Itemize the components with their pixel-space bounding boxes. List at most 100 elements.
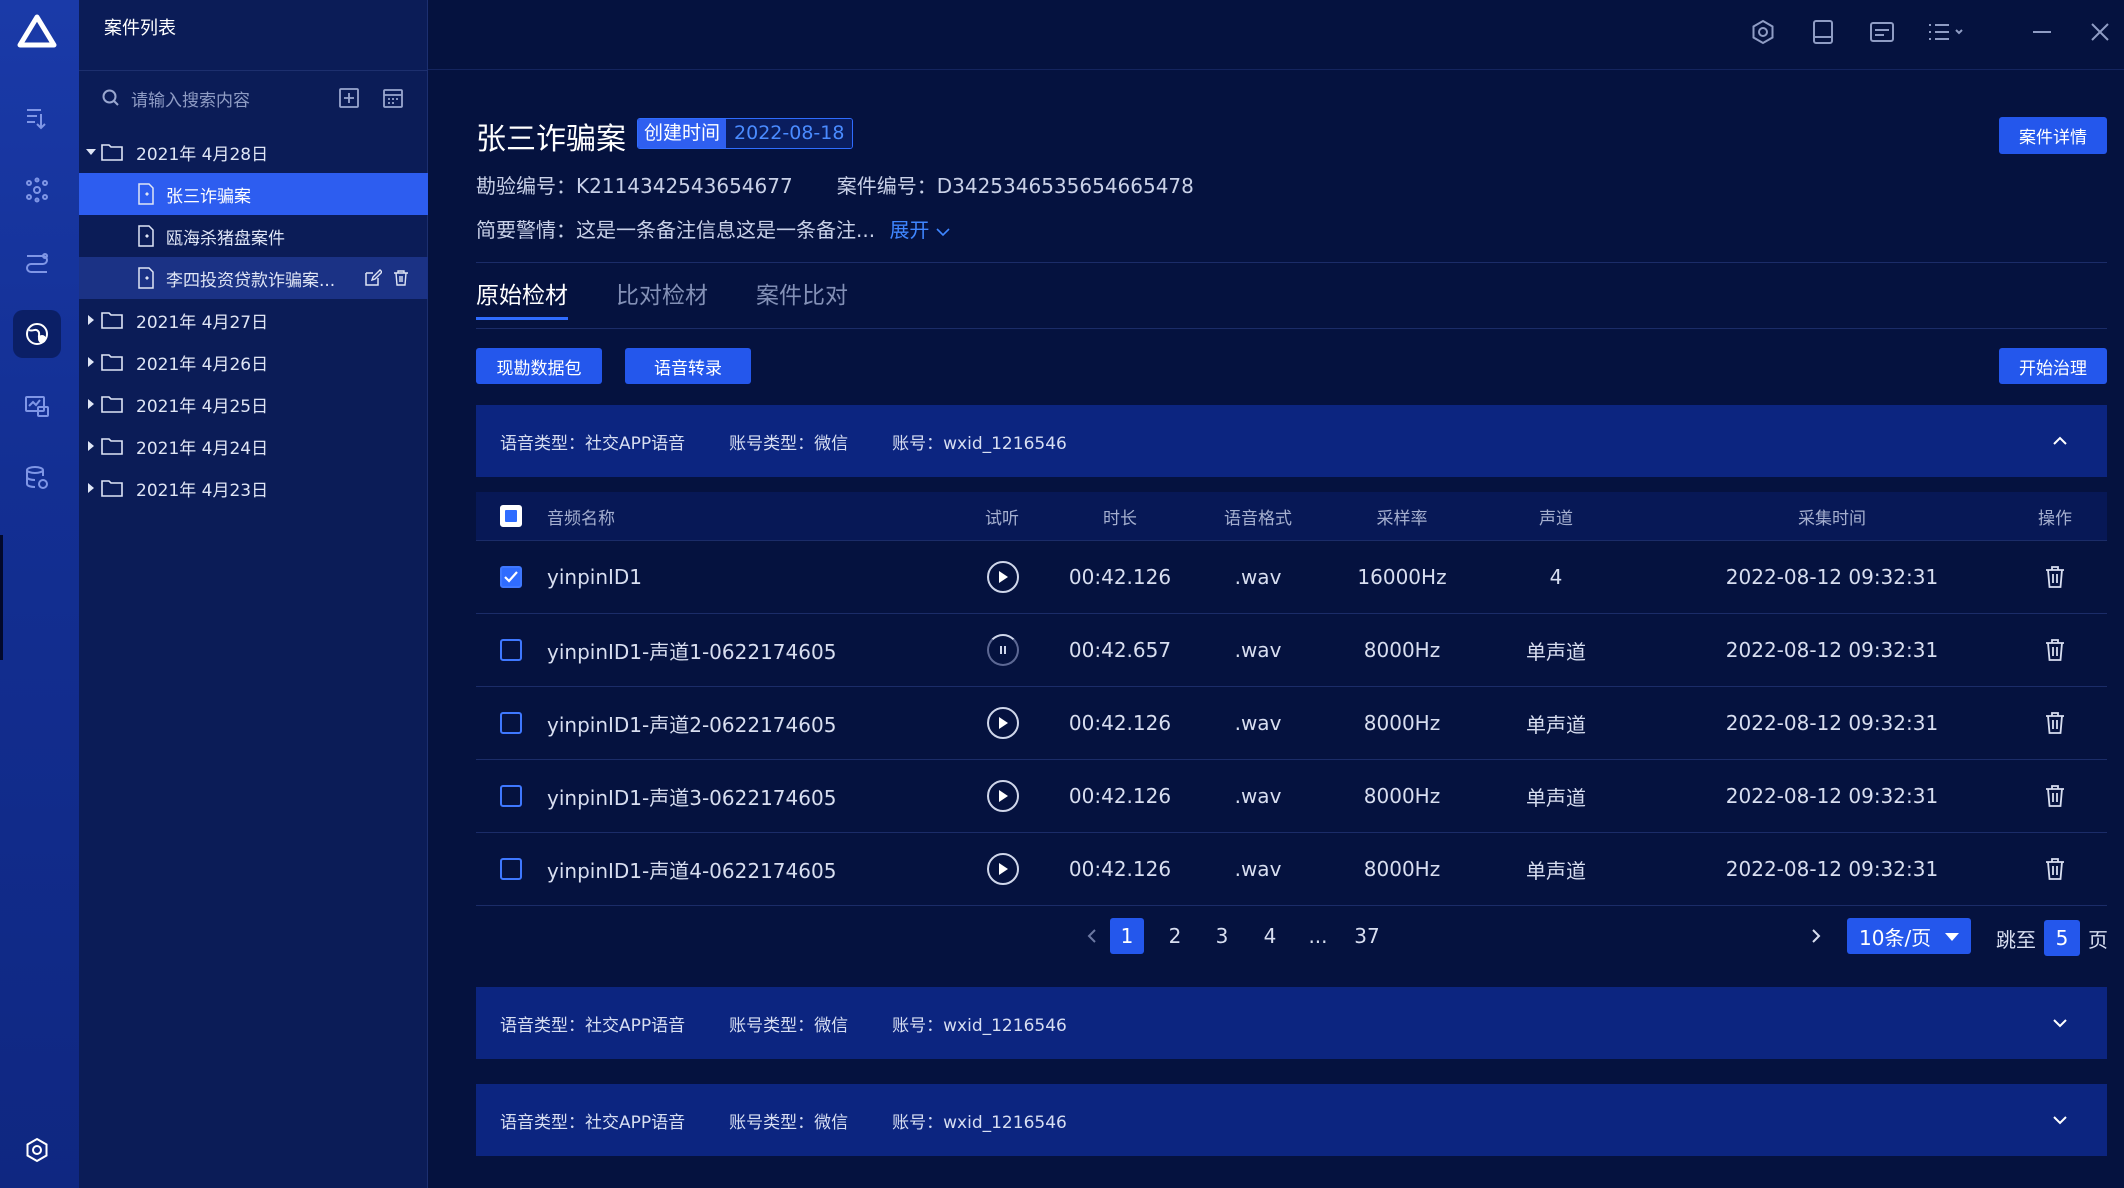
page-number[interactable]: 37 [1350, 918, 1384, 954]
listen-cell [984, 760, 1022, 832]
tree-folder-row[interactable]: 2021年 4月24日 [79, 425, 428, 467]
edit-icon[interactable] [364, 269, 382, 287]
trash-icon[interactable] [2044, 711, 2066, 735]
settings-icon[interactable] [13, 1126, 61, 1174]
subtitle-icon[interactable] [1868, 18, 1896, 46]
page-number[interactable]: 3 [1205, 918, 1239, 954]
flow-icon[interactable] [13, 238, 61, 286]
database-icon[interactable] [13, 454, 61, 502]
table-row: yinpinID1-声道1-0622174605 00:42.657 .wav 800… [476, 614, 2107, 687]
group-header-collapsed[interactable]: 语音类型：社交APP语音 账号类型：微信 账号：wxid_1216546 [476, 1084, 2107, 1156]
close-icon[interactable] [2086, 18, 2114, 46]
tree-folder-row[interactable]: 2021年 4月26日 [79, 341, 428, 383]
tab-case-compare[interactable]: 案件比对 [756, 270, 848, 320]
main-content: 张三诈骗案 创建时间 2022-08-18 案件详情 勘验编号：K2114342… [428, 70, 2124, 1188]
icon-rail [0, 0, 79, 1188]
window-topbar [428, 0, 2124, 70]
chevron-down-icon [936, 228, 950, 237]
search-input[interactable]: 请输入搜索内容 [101, 84, 301, 112]
format: .wav [1234, 711, 1282, 735]
table-body: yinpinID1 00:42.126 .wav 16000Hz 4 2022-08-12… [476, 541, 2107, 906]
checkbox-cell [500, 614, 524, 686]
page-ellipsis: ... [1308, 924, 1328, 948]
row-checkbox[interactable] [500, 639, 522, 661]
settings-hex-icon[interactable] [1749, 18, 1777, 46]
row-checkbox[interactable] [500, 712, 522, 734]
folder-icon [101, 480, 123, 497]
table-header: 音频名称 试听 时长 语音格式 采样率 声道 采集时间 操作 [476, 492, 2107, 541]
created-time-badge: 创建时间 2022-08-18 [637, 118, 854, 149]
case-number: 案件编号：D3425346535654665478 [836, 174, 1194, 198]
row-checkbox[interactable] [500, 785, 522, 807]
duration: 00:42.657 [1068, 638, 1172, 662]
jump-input[interactable]: 5 [2044, 920, 2080, 956]
list-icon[interactable] [13, 94, 61, 142]
page-number[interactable]: 2 [1158, 918, 1192, 954]
tree-folder-row[interactable]: 2021年 4月25日 [79, 383, 428, 425]
tree-case-item[interactable]: 张三诈骗案 [79, 173, 428, 215]
folder-icon [101, 396, 123, 413]
document-icon [138, 267, 154, 289]
tree-folder-row[interactable]: 2021年 4月28日 [79, 131, 428, 173]
chevron-down-icon[interactable] [2051, 1014, 2069, 1032]
next-page-button[interactable] [1803, 918, 1829, 954]
operation-cell [2036, 614, 2074, 686]
page-number[interactable]: 4 [1253, 918, 1287, 954]
page-size-select[interactable]: 10条/页 [1847, 918, 1971, 954]
play-button[interactable] [987, 780, 1019, 812]
trash-icon[interactable] [2044, 638, 2066, 662]
tree-case-item[interactable]: 李四投资贷款诈骗案... [79, 257, 428, 299]
cluster-icon[interactable] [13, 166, 61, 214]
row-checkbox[interactable] [500, 858, 522, 880]
header-divider [476, 262, 2107, 263]
globe-user-icon[interactable] [13, 310, 61, 358]
tab-original-material[interactable]: 原始检材 [476, 270, 568, 320]
book-icon[interactable] [1809, 18, 1837, 46]
format: .wav [1234, 784, 1282, 808]
sample-rate: 16000Hz [1357, 565, 1447, 589]
channel: 单声道 [1526, 785, 1586, 810]
operation-cell [2036, 760, 2074, 832]
header-listen: 试听 [985, 508, 1019, 529]
chart-monitor-icon[interactable] [13, 382, 61, 430]
operation-cell [2036, 833, 2074, 905]
page-size-value: 10条/页 [1859, 925, 1932, 950]
panel-divider [79, 70, 428, 71]
group-header-expanded[interactable]: 语音类型：社交APP语音 账号类型：微信 账号：wxid_1216546 [476, 405, 2107, 477]
add-case-icon[interactable] [337, 86, 361, 110]
minimize-icon[interactable] [2028, 18, 2056, 46]
row-checkbox[interactable] [500, 566, 522, 588]
tab-compare-material[interactable]: 比对检材 [616, 270, 708, 320]
menu-dropdown-icon[interactable] [1926, 18, 1966, 46]
tree-folder-row[interactable]: 2021年 4月27日 [79, 299, 428, 341]
scene-data-pack-button[interactable]: 现勘数据包 [476, 348, 602, 384]
tree-folder-row[interactable]: 2021年 4月23日 [79, 467, 428, 509]
chevron-right-icon [1812, 929, 1821, 943]
trash-icon[interactable] [2044, 784, 2066, 808]
page-number[interactable]: 1 [1110, 918, 1144, 954]
play-button[interactable] [987, 707, 1019, 739]
chevron-up-icon[interactable] [2051, 432, 2069, 450]
play-button[interactable] [987, 561, 1019, 593]
calendar-icon[interactable] [381, 86, 405, 110]
select-all-checkbox[interactable] [500, 505, 522, 527]
chevron-down-icon[interactable] [2051, 1111, 2069, 1129]
prev-page-button[interactable] [1079, 918, 1105, 954]
voice-type: 语音类型：社交APP语音 [500, 433, 686, 454]
expand-link[interactable]: 展开 [889, 218, 950, 242]
group-header-collapsed[interactable]: 语音类型：社交APP语音 账号类型：微信 账号：wxid_1216546 [476, 987, 2107, 1059]
start-governance-button[interactable]: 开始治理 [1999, 348, 2107, 384]
trash-icon[interactable] [2044, 857, 2066, 881]
tree-case-item[interactable]: 瓯海杀猪盘案件 [79, 215, 428, 257]
document-icon [138, 225, 154, 247]
case-detail-button[interactable]: 案件详情 [1999, 117, 2107, 154]
voice-transcribe-button[interactable]: 语音转录 [625, 348, 751, 384]
case-tree: 2021年 4月28日 张三诈骗案 瓯海杀猪盘案件 李四投资贷款诈骗案... 2021年… [79, 131, 428, 509]
play-button[interactable] [987, 853, 1019, 885]
trash-icon[interactable] [2044, 565, 2066, 589]
pause-button[interactable] [987, 634, 1019, 666]
play-icon [999, 571, 1008, 583]
header-operation: 操作 [2038, 508, 2072, 529]
delete-icon[interactable] [392, 269, 410, 287]
case-tree-panel: 案件列表 请输入搜索内容 2021年 4月28日 张三诈骗案 瓯海杀猪盘案件 李四投资… [79, 0, 428, 1188]
